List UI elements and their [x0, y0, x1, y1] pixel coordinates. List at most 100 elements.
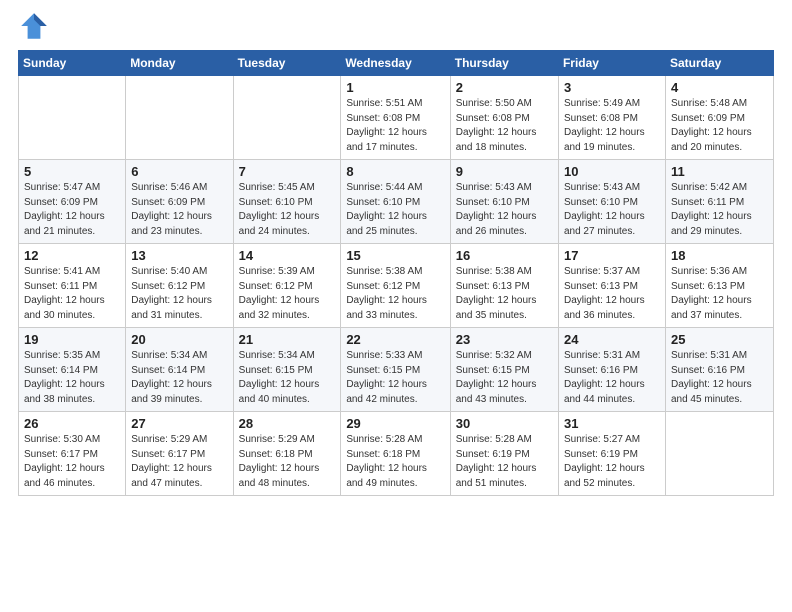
- calendar-cell: 2 Sunrise: 5:50 AM Sunset: 6:08 PM Daylig…: [450, 76, 558, 160]
- day-number: 19: [24, 332, 120, 347]
- calendar-cell: 6 Sunrise: 5:46 AM Sunset: 6:09 PM Daylig…: [126, 160, 233, 244]
- calendar: SundayMondayTuesdayWednesdayThursdayFrid…: [18, 50, 774, 496]
- weekday-header-wednesday: Wednesday: [341, 51, 450, 76]
- day-number: 14: [239, 248, 336, 263]
- day-info: Sunrise: 5:40 AM Sunset: 6:12 PM Dayligh…: [131, 265, 227, 323]
- day-number: 27: [131, 416, 227, 431]
- weekday-header-tuesday: Tuesday: [233, 51, 341, 76]
- day-info: Sunrise: 5:38 AM Sunset: 6:12 PM Dayligh…: [346, 265, 444, 323]
- day-number: 28: [239, 416, 336, 431]
- day-info: Sunrise: 5:28 AM Sunset: 6:18 PM Dayligh…: [346, 433, 444, 491]
- day-info: Sunrise: 5:34 AM Sunset: 6:14 PM Dayligh…: [131, 349, 227, 407]
- calendar-cell: 19 Sunrise: 5:35 AM Sunset: 6:14 PM Dayli…: [19, 328, 126, 412]
- day-info: Sunrise: 5:41 AM Sunset: 6:11 PM Dayligh…: [24, 265, 120, 323]
- calendar-cell: [19, 76, 126, 160]
- calendar-cell: 8 Sunrise: 5:44 AM Sunset: 6:10 PM Daylig…: [341, 160, 450, 244]
- day-number: 21: [239, 332, 336, 347]
- day-number: 5: [24, 164, 120, 179]
- day-number: 3: [564, 80, 660, 95]
- day-info: Sunrise: 5:29 AM Sunset: 6:17 PM Dayligh…: [131, 433, 227, 491]
- day-number: 2: [456, 80, 553, 95]
- day-info: Sunrise: 5:39 AM Sunset: 6:12 PM Dayligh…: [239, 265, 336, 323]
- day-info: Sunrise: 5:28 AM Sunset: 6:19 PM Dayligh…: [456, 433, 553, 491]
- day-number: 9: [456, 164, 553, 179]
- logo: [18, 10, 54, 42]
- calendar-cell: 13 Sunrise: 5:40 AM Sunset: 6:12 PM Dayli…: [126, 244, 233, 328]
- calendar-cell: 31Sunrise: 5:27 AM Sunset: 6:19 PM Dayli…: [558, 412, 665, 496]
- calendar-cell: 17 Sunrise: 5:37 AM Sunset: 6:13 PM Dayli…: [558, 244, 665, 328]
- day-number: 22: [346, 332, 444, 347]
- calendar-cell: 11Sunrise: 5:42 AM Sunset: 6:11 PM Dayli…: [665, 160, 773, 244]
- day-number: 6: [131, 164, 227, 179]
- calendar-cell: 27 Sunrise: 5:29 AM Sunset: 6:17 PM Dayli…: [126, 412, 233, 496]
- calendar-cell: 30Sunrise: 5:28 AM Sunset: 6:19 PM Dayli…: [450, 412, 558, 496]
- calendar-cell: 28 Sunrise: 5:29 AM Sunset: 6:18 PM Dayli…: [233, 412, 341, 496]
- day-number: 15: [346, 248, 444, 263]
- day-info: Sunrise: 5:27 AM Sunset: 6:19 PM Dayligh…: [564, 433, 660, 491]
- day-info: Sunrise: 5:50 AM Sunset: 6:08 PM Dayligh…: [456, 97, 553, 155]
- day-info: Sunrise: 5:34 AM Sunset: 6:15 PM Dayligh…: [239, 349, 336, 407]
- calendar-cell: 5 Sunrise: 5:47 AM Sunset: 6:09 PM Daylig…: [19, 160, 126, 244]
- day-number: 18: [671, 248, 768, 263]
- weekday-header-sunday: Sunday: [19, 51, 126, 76]
- calendar-cell: 10Sunrise: 5:43 AM Sunset: 6:10 PM Dayli…: [558, 160, 665, 244]
- day-info: Sunrise: 5:51 AM Sunset: 6:08 PM Dayligh…: [346, 97, 444, 155]
- day-number: 16: [456, 248, 553, 263]
- day-number: 20: [131, 332, 227, 347]
- calendar-cell: 1 Sunrise: 5:51 AM Sunset: 6:08 PM Daylig…: [341, 76, 450, 160]
- weekday-header-row: SundayMondayTuesdayWednesdayThursdayFrid…: [19, 51, 774, 76]
- day-info: Sunrise: 5:38 AM Sunset: 6:13 PM Dayligh…: [456, 265, 553, 323]
- calendar-cell: 12Sunrise: 5:41 AM Sunset: 6:11 PM Dayli…: [19, 244, 126, 328]
- day-info: Sunrise: 5:30 AM Sunset: 6:17 PM Dayligh…: [24, 433, 120, 491]
- weekday-header-saturday: Saturday: [665, 51, 773, 76]
- day-number: 29: [346, 416, 444, 431]
- day-number: 25: [671, 332, 768, 347]
- day-number: 26: [24, 416, 120, 431]
- logo-icon: [18, 10, 50, 42]
- week-row-2: 5 Sunrise: 5:47 AM Sunset: 6:09 PM Daylig…: [19, 160, 774, 244]
- calendar-cell: [665, 412, 773, 496]
- day-info: Sunrise: 5:31 AM Sunset: 6:16 PM Dayligh…: [564, 349, 660, 407]
- day-info: Sunrise: 5:31 AM Sunset: 6:16 PM Dayligh…: [671, 349, 768, 407]
- calendar-cell: 21 Sunrise: 5:34 AM Sunset: 6:15 PM Dayli…: [233, 328, 341, 412]
- calendar-cell: 16 Sunrise: 5:38 AM Sunset: 6:13 PM Dayli…: [450, 244, 558, 328]
- calendar-cell: 18 Sunrise: 5:36 AM Sunset: 6:13 PM Dayli…: [665, 244, 773, 328]
- calendar-cell: [233, 76, 341, 160]
- calendar-cell: 9 Sunrise: 5:43 AM Sunset: 6:10 PM Daylig…: [450, 160, 558, 244]
- calendar-cell: 15 Sunrise: 5:38 AM Sunset: 6:12 PM Dayli…: [341, 244, 450, 328]
- day-info: Sunrise: 5:45 AM Sunset: 6:10 PM Dayligh…: [239, 181, 336, 239]
- day-info: Sunrise: 5:35 AM Sunset: 6:14 PM Dayligh…: [24, 349, 120, 407]
- day-info: Sunrise: 5:46 AM Sunset: 6:09 PM Dayligh…: [131, 181, 227, 239]
- calendar-cell: 20 Sunrise: 5:34 AM Sunset: 6:14 PM Dayli…: [126, 328, 233, 412]
- day-info: Sunrise: 5:44 AM Sunset: 6:10 PM Dayligh…: [346, 181, 444, 239]
- day-info: Sunrise: 5:49 AM Sunset: 6:08 PM Dayligh…: [564, 97, 660, 155]
- week-row-1: 1 Sunrise: 5:51 AM Sunset: 6:08 PM Daylig…: [19, 76, 774, 160]
- calendar-cell: 4Sunrise: 5:48 AM Sunset: 6:09 PM Daylig…: [665, 76, 773, 160]
- day-info: Sunrise: 5:43 AM Sunset: 6:10 PM Dayligh…: [456, 181, 553, 239]
- day-info: Sunrise: 5:37 AM Sunset: 6:13 PM Dayligh…: [564, 265, 660, 323]
- day-info: Sunrise: 5:29 AM Sunset: 6:18 PM Dayligh…: [239, 433, 336, 491]
- day-number: 13: [131, 248, 227, 263]
- calendar-cell: 26 Sunrise: 5:30 AM Sunset: 6:17 PM Dayli…: [19, 412, 126, 496]
- calendar-cell: 22 Sunrise: 5:33 AM Sunset: 6:15 PM Dayli…: [341, 328, 450, 412]
- calendar-cell: 29 Sunrise: 5:28 AM Sunset: 6:18 PM Dayli…: [341, 412, 450, 496]
- weekday-header-friday: Friday: [558, 51, 665, 76]
- day-number: 17: [564, 248, 660, 263]
- day-info: Sunrise: 5:36 AM Sunset: 6:13 PM Dayligh…: [671, 265, 768, 323]
- day-number: 24: [564, 332, 660, 347]
- day-info: Sunrise: 5:48 AM Sunset: 6:09 PM Dayligh…: [671, 97, 768, 155]
- calendar-cell: 23 Sunrise: 5:32 AM Sunset: 6:15 PM Dayli…: [450, 328, 558, 412]
- calendar-cell: 14 Sunrise: 5:39 AM Sunset: 6:12 PM Dayli…: [233, 244, 341, 328]
- day-info: Sunrise: 5:33 AM Sunset: 6:15 PM Dayligh…: [346, 349, 444, 407]
- weekday-header-monday: Monday: [126, 51, 233, 76]
- day-info: Sunrise: 5:42 AM Sunset: 6:11 PM Dayligh…: [671, 181, 768, 239]
- day-info: Sunrise: 5:32 AM Sunset: 6:15 PM Dayligh…: [456, 349, 553, 407]
- day-number: 23: [456, 332, 553, 347]
- day-number: 1: [346, 80, 444, 95]
- calendar-cell: 3 Sunrise: 5:49 AM Sunset: 6:08 PM Daylig…: [558, 76, 665, 160]
- day-number: 7: [239, 164, 336, 179]
- day-number: 8: [346, 164, 444, 179]
- header: [18, 10, 774, 42]
- page: SundayMondayTuesdayWednesdayThursdayFrid…: [0, 0, 792, 612]
- day-info: Sunrise: 5:47 AM Sunset: 6:09 PM Dayligh…: [24, 181, 120, 239]
